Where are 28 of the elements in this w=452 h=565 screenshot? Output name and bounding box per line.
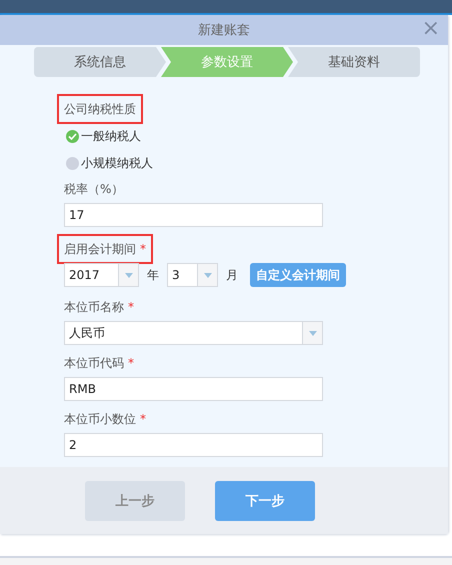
field-label: 启用会计期间 <box>64 240 136 258</box>
input-field[interactable]: 2 <box>64 433 323 457</box>
dialog-title: 新建账套 <box>198 22 250 39</box>
caret-icon <box>308 330 316 336</box>
unit-label: 月 <box>226 266 238 284</box>
field-label: 税率（%） <box>64 180 124 198</box>
currency-select[interactable]: 人民币 <box>64 321 323 345</box>
wizard-step[interactable]: 系统信息 <box>34 47 166 77</box>
year-select[interactable]: 2017 <box>64 263 139 287</box>
field-label: 本位币代码 <box>64 354 124 372</box>
radio-label: 一般纳税人 <box>81 128 141 145</box>
caret-icon <box>204 272 212 278</box>
wizard-step[interactable]: 基础资料 <box>288 47 420 77</box>
required-mark: * <box>128 300 134 314</box>
field-label: 本位币名称 <box>64 298 124 316</box>
caret-icon <box>124 272 132 278</box>
month-select[interactable]: 3 <box>167 263 218 287</box>
input-field[interactable]: 17 <box>64 203 323 227</box>
radio-label: 小规模纳税人 <box>81 155 153 172</box>
required-mark: * <box>140 242 146 256</box>
unit-label: 年 <box>147 266 159 284</box>
input-field[interactable]: RMB <box>64 377 323 401</box>
field-label: 本位币小数位 <box>64 410 136 428</box>
radio-button[interactable] <box>66 130 79 143</box>
required-mark: * <box>128 356 134 370</box>
field-label: 公司纳税性质 <box>64 100 136 118</box>
radio-button[interactable] <box>66 157 79 170</box>
required-mark: * <box>140 412 146 426</box>
